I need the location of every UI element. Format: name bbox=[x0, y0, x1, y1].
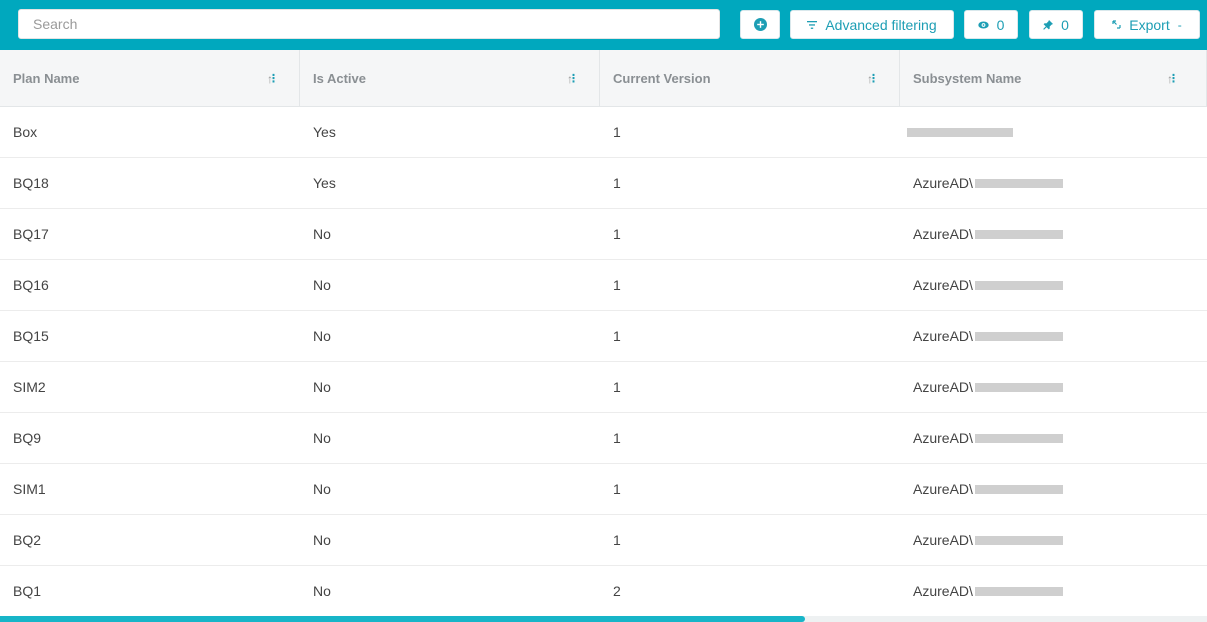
advanced-filtering-label: Advanced filtering bbox=[825, 16, 937, 33]
eye-icon bbox=[977, 21, 989, 29]
cell-subsystem-name: AzureAD\ bbox=[900, 260, 1207, 310]
cell-plan-name: SIM1 bbox=[13, 481, 46, 497]
cell-current-version: 1 bbox=[613, 328, 621, 344]
cell-is-active: No bbox=[313, 430, 331, 446]
cell-subsystem-name: AzureAD\ bbox=[900, 566, 1207, 616]
column-menu-icon[interactable]: ⋮ bbox=[268, 72, 279, 85]
data-grid: Plan Name ↑ ⋮ Is Active ↑ ⋮ Current Vers… bbox=[0, 50, 1207, 617]
column-header-is-active[interactable]: Is Active ↑ ⋮ bbox=[300, 50, 600, 106]
table-row[interactable]: BQ9 No 1 AzureAD\ bbox=[0, 413, 1207, 464]
cell-plan-name: BQ16 bbox=[13, 277, 49, 293]
cell-subsystem-name: AzureAD\ bbox=[900, 158, 1207, 208]
table-row[interactable]: SIM1 No 1 AzureAD\ bbox=[0, 464, 1207, 515]
table-row[interactable]: BQ16 No 1 AzureAD\ bbox=[0, 260, 1207, 311]
search-input[interactable] bbox=[18, 9, 720, 39]
redacted-text bbox=[974, 229, 1063, 239]
export-button[interactable]: Export - bbox=[1094, 10, 1200, 39]
redacted-text bbox=[974, 586, 1063, 596]
cell-subsystem-name bbox=[900, 107, 1207, 157]
redacted-text bbox=[974, 382, 1063, 392]
plus-circle-icon bbox=[753, 18, 767, 31]
cell-plan-name: BQ1 bbox=[13, 583, 42, 599]
cell-is-active: Yes bbox=[313, 175, 336, 191]
advanced-filtering-button[interactable]: Advanced filtering bbox=[790, 10, 954, 39]
redacted-text bbox=[974, 535, 1063, 545]
cell-is-active: No bbox=[313, 583, 331, 599]
cell-plan-name: BQ9 bbox=[13, 430, 42, 446]
chevron-down-icon: - bbox=[1177, 17, 1182, 32]
pinned-columns-button[interactable]: 0 bbox=[1029, 10, 1083, 39]
cell-is-active: No bbox=[313, 481, 331, 497]
cell-is-active: No bbox=[313, 277, 331, 293]
pin-icon bbox=[1043, 19, 1054, 30]
visible-columns-button[interactable]: 0 bbox=[964, 10, 1018, 39]
export-label: Export bbox=[1129, 16, 1170, 33]
cell-subsystem-name: AzureAD\ bbox=[900, 362, 1207, 412]
filter-icon bbox=[807, 20, 818, 29]
cell-is-active: No bbox=[313, 226, 331, 242]
cell-plan-name: BQ17 bbox=[13, 226, 49, 242]
cell-subsystem-name: AzureAD\ bbox=[900, 515, 1207, 565]
cell-current-version: 1 bbox=[613, 532, 621, 548]
cell-plan-name: BQ2 bbox=[13, 532, 42, 548]
cell-subsystem-name: AzureAD\ bbox=[900, 413, 1207, 463]
column-menu-icon[interactable]: ⋮ bbox=[868, 72, 879, 85]
export-icon bbox=[1112, 20, 1121, 29]
column-header-current-version[interactable]: Current Version ↑ ⋮ bbox=[600, 50, 900, 106]
cell-is-active: No bbox=[313, 532, 331, 548]
table-row[interactable]: SIM2 No 1 AzureAD\ bbox=[0, 362, 1207, 413]
horizontal-scrollbar[interactable] bbox=[0, 616, 1207, 622]
table-row[interactable]: BQ15 No 1 AzureAD\ bbox=[0, 311, 1207, 362]
cell-plan-name: BQ18 bbox=[13, 175, 49, 191]
cell-plan-name: BQ15 bbox=[13, 328, 49, 344]
redacted-text bbox=[907, 127, 1013, 137]
cell-subsystem-name: AzureAD\ bbox=[900, 209, 1207, 259]
cell-is-active: Yes bbox=[313, 124, 336, 140]
cell-current-version: 1 bbox=[613, 226, 621, 242]
table-row[interactable]: BQ1 No 2 AzureAD\ bbox=[0, 566, 1207, 617]
cell-current-version: 2 bbox=[613, 583, 621, 599]
scrollbar-thumb[interactable] bbox=[0, 616, 805, 622]
toolbar: Advanced filtering 0 0 Export - bbox=[0, 0, 1207, 50]
redacted-text bbox=[974, 280, 1063, 290]
redacted-text bbox=[974, 331, 1063, 341]
redacted-text bbox=[974, 433, 1063, 443]
cell-subsystem-name: AzureAD\ bbox=[900, 311, 1207, 361]
pinned-columns-count: 0 bbox=[1061, 16, 1069, 33]
cell-current-version: 1 bbox=[613, 124, 621, 140]
table-row[interactable]: BQ17 No 1 AzureAD\ bbox=[0, 209, 1207, 260]
cell-current-version: 1 bbox=[613, 175, 621, 191]
cell-plan-name: Box bbox=[13, 124, 38, 140]
table-row[interactable]: Box Yes 1 bbox=[0, 107, 1207, 158]
cell-subsystem-name: AzureAD\ bbox=[900, 464, 1207, 514]
visible-columns-count: 0 bbox=[996, 16, 1005, 33]
cell-current-version: 1 bbox=[613, 481, 621, 497]
cell-current-version: 1 bbox=[613, 379, 621, 395]
column-menu-icon[interactable]: ⋮ bbox=[1168, 72, 1179, 85]
cell-plan-name: SIM2 bbox=[13, 379, 46, 395]
column-header-subsystem-name[interactable]: Subsystem Name ↑ ⋮ bbox=[900, 50, 1207, 106]
table-row[interactable]: BQ2 No 1 AzureAD\ bbox=[0, 515, 1207, 566]
cell-is-active: No bbox=[313, 328, 331, 344]
redacted-text bbox=[974, 178, 1063, 188]
column-header-plan-name[interactable]: Plan Name ↑ ⋮ bbox=[0, 50, 300, 106]
cell-current-version: 1 bbox=[613, 430, 621, 446]
add-button[interactable] bbox=[740, 10, 780, 39]
column-menu-icon[interactable]: ⋮ bbox=[568, 72, 579, 85]
cell-is-active: No bbox=[313, 379, 331, 395]
table-row[interactable]: BQ18 Yes 1 AzureAD\ bbox=[0, 158, 1207, 209]
grid-header: Plan Name ↑ ⋮ Is Active ↑ ⋮ Current Vers… bbox=[0, 50, 1207, 107]
redacted-text bbox=[974, 484, 1063, 494]
cell-current-version: 1 bbox=[613, 277, 621, 293]
